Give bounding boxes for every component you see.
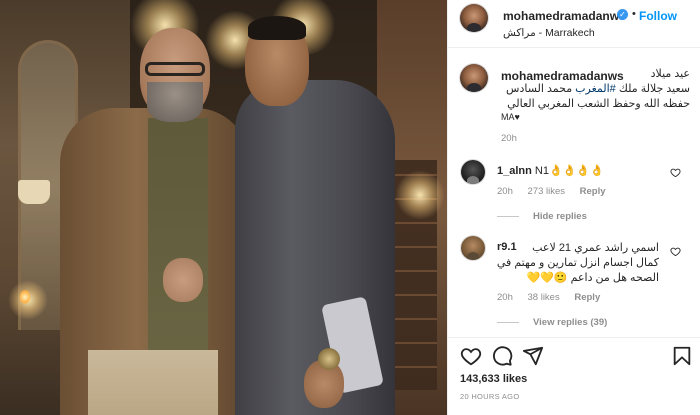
commenter-username-row: r9.1 bbox=[497, 241, 517, 253]
heart-icon[interactable] bbox=[460, 345, 482, 367]
separator-dot: • bbox=[632, 8, 636, 20]
comment-text-line: الصحه هل من داعم 🙂💛💛 bbox=[526, 272, 660, 284]
comment-meta: 20h 38 likes Reply bbox=[497, 292, 612, 303]
wristwatch bbox=[318, 348, 340, 370]
follow-button[interactable]: Follow bbox=[639, 9, 677, 23]
comment-text-line: اسمي راشد عمري 21 لاعب bbox=[532, 242, 659, 254]
comment-meta: 20h 273 likes Reply bbox=[497, 186, 618, 197]
comment-like-heart-icon[interactable] bbox=[670, 246, 681, 257]
verified-badge-icon: ✓ bbox=[617, 9, 628, 20]
instagram-post-view: mohamedramadanws ✓ • Follow مراكش - Marr… bbox=[0, 0, 700, 415]
comment-timestamp[interactable]: 20h bbox=[497, 292, 513, 303]
hide-replies-label: Hide replies bbox=[533, 211, 587, 222]
hashtag-link[interactable]: #المغرب bbox=[575, 83, 616, 95]
candle bbox=[20, 290, 30, 304]
reply-button[interactable]: Reply bbox=[580, 186, 606, 197]
commenter-avatar[interactable] bbox=[461, 236, 485, 260]
comment-emoji: 👌👌👌👌 bbox=[548, 165, 604, 177]
person-right-hair bbox=[248, 16, 306, 40]
reply-button[interactable]: Reply bbox=[574, 292, 600, 303]
comment-text: N1 bbox=[534, 165, 549, 177]
person-left-glasses bbox=[145, 62, 205, 76]
comment-like-heart-icon[interactable] bbox=[670, 167, 681, 178]
comment-body: 1_alnn N1👌👌👌👌 bbox=[497, 164, 604, 177]
caption-text: سعيد جلالة ملك bbox=[615, 83, 690, 95]
caption-text-line: سعيد جلالة ملك #المغرب محمد السادس bbox=[501, 82, 690, 95]
post-side-panel: mohamedramadanws ✓ • Follow مراكش - Marr… bbox=[447, 0, 700, 415]
caption-text-line: عيد ميلاد bbox=[650, 68, 690, 80]
comment-timestamp[interactable]: 20h bbox=[497, 186, 513, 197]
caption-author-avatar[interactable] bbox=[460, 64, 488, 92]
comment-icon[interactable] bbox=[491, 345, 513, 367]
wall-lamp-light bbox=[395, 170, 445, 220]
commenter-username[interactable]: 1_alnn bbox=[497, 165, 532, 177]
caption-text: محمد السادس bbox=[506, 83, 576, 95]
author-avatar[interactable] bbox=[460, 4, 488, 32]
caption-text-line: حفظه الله وحفظ الشعب المغربي العالي bbox=[507, 98, 690, 110]
bookmark-icon[interactable] bbox=[671, 345, 693, 367]
hide-replies-button[interactable]: Hide replies bbox=[497, 211, 587, 222]
like-count[interactable]: 143,633 likes bbox=[460, 373, 527, 385]
person-left-hand bbox=[163, 258, 203, 302]
author-username[interactable]: mohamedramadanws bbox=[503, 9, 626, 23]
post-actions: 143,633 likes 20 HOURS AGO bbox=[448, 337, 700, 415]
view-replies-label: View replies (39) bbox=[533, 317, 608, 328]
person-left-beard bbox=[147, 82, 203, 122]
comment-like-count[interactable]: 273 likes bbox=[528, 186, 566, 197]
commenter-username[interactable]: r9.1 bbox=[497, 241, 517, 253]
comment-text-line: كمال اجسام انزل تمارين و مهتم في bbox=[496, 257, 659, 269]
caption-text-line: MA♥ bbox=[501, 112, 520, 122]
post-header: mohamedramadanws ✓ • Follow مراكش - Marr… bbox=[448, 0, 700, 48]
share-icon[interactable] bbox=[522, 345, 544, 367]
caption-timestamp[interactable]: 20h bbox=[501, 133, 517, 144]
person-left-pants bbox=[88, 350, 218, 415]
comment-like-count[interactable]: 38 likes bbox=[528, 292, 560, 303]
location-link[interactable]: مراكش - Marrakech bbox=[503, 27, 595, 39]
table-lamp bbox=[18, 180, 50, 204]
commenter-avatar[interactable] bbox=[461, 160, 485, 184]
post-photo[interactable] bbox=[0, 0, 447, 415]
person-left-shirt bbox=[148, 118, 208, 368]
post-timestamp[interactable]: 20 HOURS AGO bbox=[460, 392, 519, 401]
view-replies-button[interactable]: View replies (39) bbox=[497, 317, 607, 328]
